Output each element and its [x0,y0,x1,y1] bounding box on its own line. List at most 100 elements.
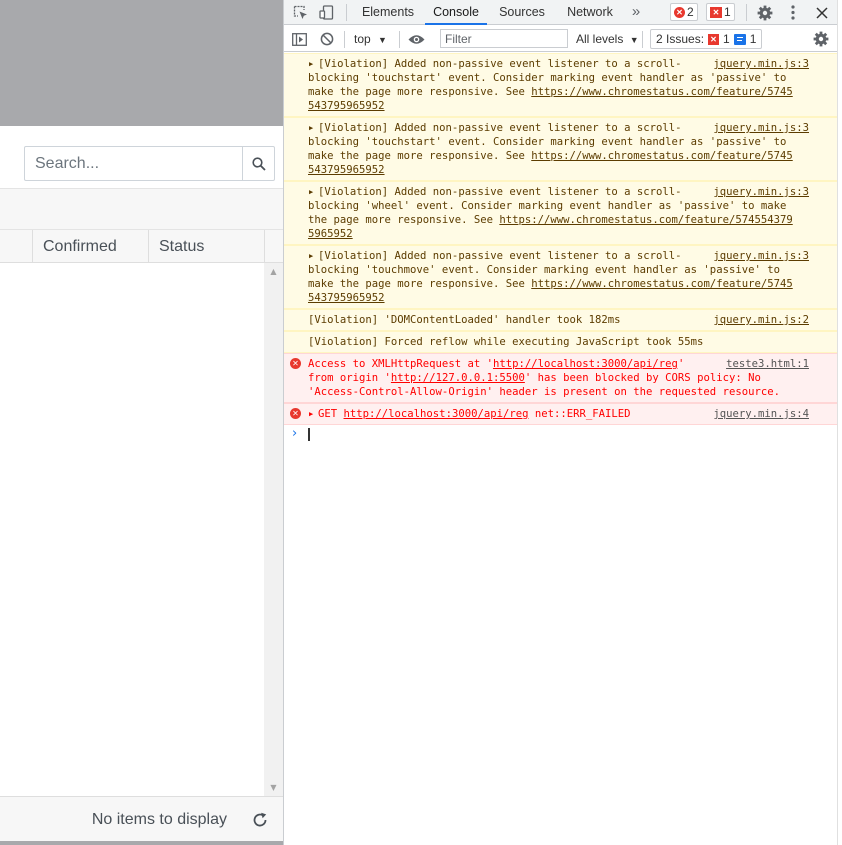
filter-input[interactable] [440,29,568,48]
message-link[interactable]: http://localhost:3000/api/reg [493,358,678,370]
source-link[interactable]: jquery.min.js:3 [713,249,809,263]
more-options-button[interactable] [784,0,802,25]
message-text-with-link: make the page more responsive. See https… [308,149,829,163]
console-warning[interactable]: ▶ jquery.min.js:3 [Violation] Added non-… [284,181,837,245]
column-header-status[interactable]: Status [148,230,265,263]
search-input[interactable] [25,147,242,180]
prompt-caret[interactable] [308,428,310,441]
message-text-with-link: 543795965952 [308,163,829,177]
console-error[interactable]: ✕ teste3.html:1 Access to XMLHttpRequest… [284,353,837,403]
message-text: ' [677,358,685,370]
issue-info-icon [733,33,746,45]
expand-triangle-icon[interactable]: ▶ [309,407,313,421]
message-link[interactable]: 543795965952 [308,164,385,176]
grid-body [0,263,283,796]
message-text: blocking 'touchmove' event. Consider mar… [308,264,780,276]
console-settings-button[interactable] [810,26,832,52]
eye-icon [408,34,424,44]
tab-console[interactable]: Console [425,0,487,25]
message-text-with-link: from origin 'http://127.0.0.1:5500' has … [308,371,829,385]
issue-count: 1 [724,5,731,19]
toolbar-divider [642,31,643,48]
message-link[interactable]: https://www.chromestatus.com/feature/574… [531,150,793,162]
toolbar-divider [746,4,747,21]
message-text-with-link: make the page more responsive. See https… [308,277,829,291]
tab-elements[interactable]: Elements [356,0,420,25]
search-button[interactable] [242,147,274,180]
issue-counter[interactable]: ✕ 1 [706,3,735,21]
inspect-element-icon [293,5,307,19]
vertical-scrollbar[interactable]: ▲ ▼ [264,263,283,796]
more-tabs-button[interactable]: » [626,0,646,25]
console-messages: ▶ jquery.min.js:3 [Violation] Added non-… [284,53,837,445]
grid-footer: No items to display [0,796,283,841]
error-count: 2 [687,5,694,19]
expand-triangle-icon[interactable]: ▶ [309,57,313,71]
message-text: GET [318,408,344,420]
message-link[interactable]: https://www.chromestatus.com/feature/574… [499,214,792,226]
log-levels-dropdown[interactable]: All levels ▼ [576,26,639,52]
app-pane: Confirmed Status ▲ ▼ No items to display [0,0,283,845]
source-link[interactable]: jquery.min.js:3 [713,185,809,199]
message-text: Access to XMLHttpRequest at ' [308,358,493,370]
expand-triangle-icon[interactable]: ▶ [309,249,313,263]
message-link[interactable]: http://localhost:3000/api/reg [344,408,529,420]
console-error[interactable]: ✕ ▶ jquery.min.js:4 GET http://localhost… [284,403,837,425]
context-selector[interactable]: top ▼ [354,26,387,52]
source-link[interactable]: jquery.min.js:3 [713,57,809,71]
message-link[interactable]: 5965952 [308,228,353,240]
message-text-with-link: 543795965952 [308,291,829,305]
message-text: make the page more responsive. See [308,86,532,98]
source-link[interactable]: teste3.html:1 [726,357,809,371]
close-devtools-button[interactable] [812,0,832,25]
device-toggle-button[interactable] [316,0,336,25]
live-expression-button[interactable] [405,26,427,52]
message-link[interactable]: http://127.0.0.1:5500 [391,372,525,384]
kebab-menu-icon [791,5,795,20]
console-warning[interactable]: ▶ jquery.min.js:3 [Violation] Added non-… [284,53,837,117]
expand-triangle-icon[interactable]: ▶ [309,121,313,135]
message-link[interactable]: https://www.chromestatus.com/feature/574… [531,86,793,98]
source-link[interactable]: jquery.min.js:3 [713,121,809,135]
message-text: blocking 'touchstart' event. Consider ma… [308,72,787,84]
gear-icon [813,31,829,47]
message-text: 'Access-Control-Allow-Origin' header is … [308,386,780,398]
message-text: blocking 'touchstart' event. Consider ma… [308,136,787,148]
console-warning[interactable]: ▶ jquery.min.js:3 [Violation] Added non-… [284,245,837,309]
devtools-panel: Elements Console Sources Network » ✕ 2 ✕… [283,0,837,845]
error-icon: ✕ [674,6,685,18]
message-link[interactable]: 543795965952 [308,292,385,304]
app-header-area [0,0,283,126]
tab-network[interactable]: Network [559,0,621,25]
source-link[interactable]: jquery.min.js:2 [713,313,809,327]
search-icon [251,156,266,171]
console-warning[interactable]: jquery.min.js:2 [Violation] 'DOMContentL… [284,309,837,331]
close-icon [816,6,828,19]
issues-error-count: 1 [723,32,730,46]
console-toolbar: top ▼ All levels ▼ 2 Issues: ✕ 1 1 [284,26,837,52]
settings-button[interactable] [754,0,776,25]
scroll-down-icon[interactable]: ▼ [264,779,283,796]
message-text: make the page more responsive. See [308,278,532,290]
dropdown-arrow-icon: ▼ [378,35,387,45]
message-text: the page more responsive. See [308,214,500,226]
expand-triangle-icon[interactable]: ▶ [309,185,313,199]
refresh-button[interactable] [249,809,271,831]
source-link[interactable]: jquery.min.js:4 [713,407,809,421]
message-link[interactable]: https://www.chromestatus.com/feature/574… [531,278,793,290]
error-counter[interactable]: ✕ 2 [670,3,698,21]
inspect-button[interactable] [290,0,310,25]
message-text-with-link: make the page more responsive. See https… [308,85,829,99]
console-warning[interactable]: ▶ jquery.min.js:3 [Violation] Added non-… [284,117,837,181]
issues-button[interactable]: 2 Issues: ✕ 1 1 [650,29,763,49]
message-link[interactable]: 543795965952 [308,100,385,112]
tab-sources[interactable]: Sources [492,0,552,25]
console-prompt[interactable]: › [284,425,837,445]
dropdown-arrow-icon: ▼ [629,35,639,45]
clear-console-button[interactable] [318,26,336,52]
scroll-up-icon[interactable]: ▲ [264,263,283,280]
column-header-confirmed[interactable]: Confirmed [32,230,148,263]
console-warning[interactable]: [Violation] Forced reflow while executin… [284,331,837,353]
show-sidebar-button[interactable] [290,26,308,52]
message-text: ' has been blocked by CORS policy: No [524,372,761,384]
